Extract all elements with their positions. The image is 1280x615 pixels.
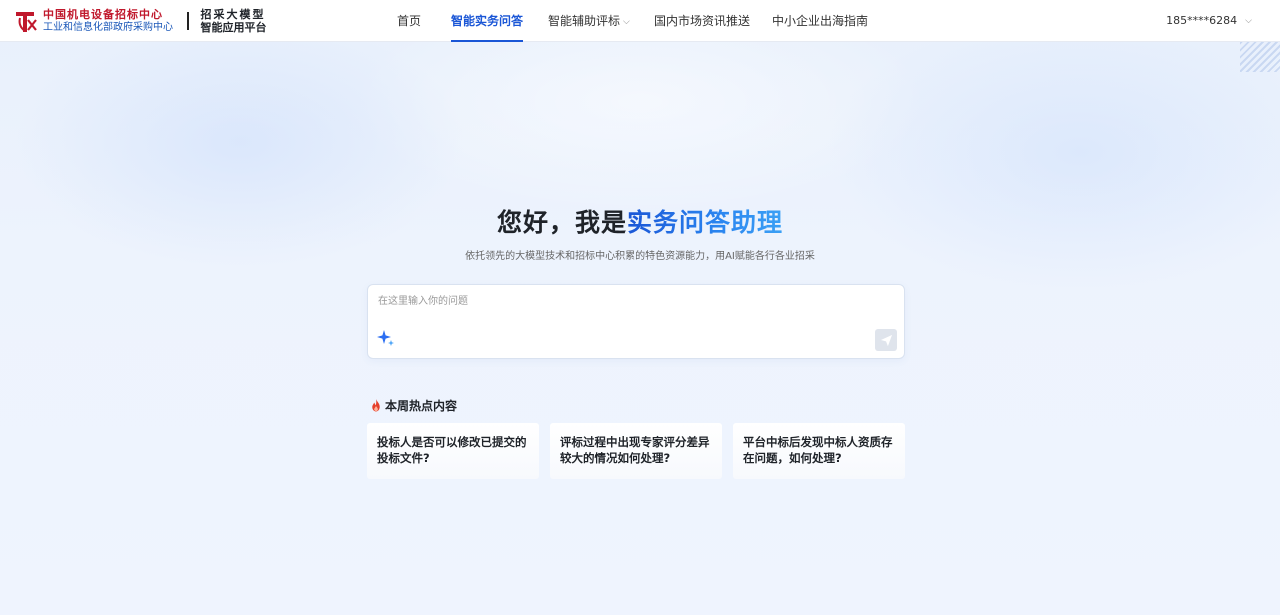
hot-cards: 投标人是否可以修改已提交的投标文件? 评标过程中出现专家评分差异较大的情况如何处…	[367, 423, 907, 479]
page-subtitle: 依托领先的大模型技术和招标中心积累的特色资源能力，用AI赋能各行各业招采	[465, 251, 815, 262]
chevron-down-icon: ⌵	[623, 17, 630, 27]
hot-card[interactable]: 投标人是否可以修改已提交的投标文件?	[367, 423, 539, 479]
hot-card[interactable]: 平台中标后发现中标人资质存在问题，如何处理?	[733, 423, 905, 479]
hot-section-title: 本周热点内容	[370, 397, 457, 414]
send-icon	[880, 334, 892, 346]
nav-evaluation[interactable]: 智能辅助评标 ⌵	[548, 0, 630, 42]
nav-home[interactable]: 首页	[397, 0, 421, 42]
corner-stripes	[1240, 42, 1280, 72]
title-highlight: 实务问答助理	[627, 208, 784, 237]
question-box	[367, 284, 905, 359]
sparkle-icon[interactable]	[377, 329, 395, 347]
hot-title-label: 本周热点内容	[385, 399, 458, 413]
send-button[interactable]	[875, 329, 897, 351]
title-prefix: 您好，我是	[496, 208, 627, 237]
chevron-down-icon: ⌵	[1245, 16, 1252, 26]
nav-qa[interactable]: 智能实务问答	[451, 0, 524, 42]
nav-overseas-guide[interactable]: 中小企业出海指南	[772, 0, 868, 42]
user-phone: 185****6284	[1166, 14, 1238, 27]
nav-market-news[interactable]: 国内市场资讯推送	[654, 0, 750, 42]
top-header: 中国机电设备招标中心 工业和信息化部政府采购中心 招采大模型 智能应用平台 首页…	[0, 0, 1280, 42]
question-input[interactable]	[378, 293, 878, 309]
user-menu[interactable]: 185****6284 ⌵	[1166, 0, 1252, 42]
nav-evaluation-label: 智能辅助评标	[548, 14, 621, 28]
page-title: 您好，我是实务问答助理	[0, 203, 1280, 239]
main-nav: 首页 智能实务问答 智能辅助评标 ⌵ 国内市场资讯推送 中小企业出海指南	[0, 0, 1280, 42]
fire-icon	[372, 399, 380, 412]
hot-card[interactable]: 评标过程中出现专家评分差异较大的情况如何处理?	[550, 423, 722, 479]
